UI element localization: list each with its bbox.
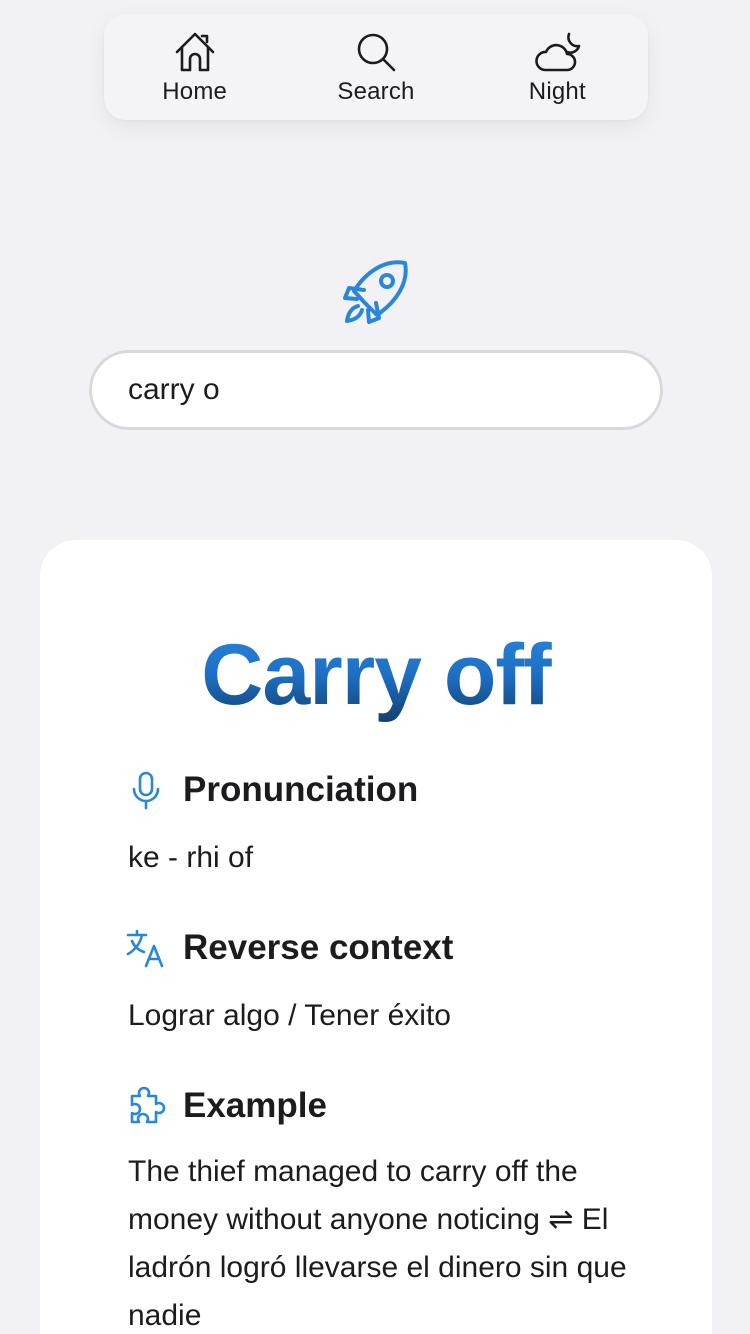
- pronunciation-section: Pronunciation ke - rhi of: [128, 768, 648, 882]
- app-screen: Home Search Night Carry off: [0, 0, 750, 1334]
- definition-card: Carry off Pronunciation ke - rhi of Reve…: [40, 540, 712, 1334]
- nav-search[interactable]: Search: [306, 28, 446, 106]
- microphone-icon: [132, 771, 160, 810]
- top-nav: Home Search Night: [104, 14, 648, 120]
- translate-icon: [126, 929, 164, 968]
- search-icon: [357, 33, 396, 72]
- search-bar[interactable]: [89, 350, 663, 430]
- home-icon: [175, 32, 214, 72]
- puzzle-icon: [130, 1086, 166, 1124]
- nav-night[interactable]: Night: [487, 28, 627, 106]
- nav-home[interactable]: Home: [125, 28, 265, 106]
- search-input[interactable]: [128, 373, 624, 407]
- reverse-context-heading: Reverse context: [183, 928, 454, 967]
- reverse-context-section: Reverse context Lograr algo / Tener éxit…: [126, 926, 648, 1040]
- entry-word: Carry off: [40, 626, 712, 725]
- nav-search-label: Search: [337, 78, 415, 105]
- nav-home-label: Home: [162, 78, 228, 105]
- example-heading: Example: [183, 1086, 327, 1125]
- night-icon: [535, 32, 581, 72]
- pronunciation-heading: Pronunciation: [183, 770, 419, 809]
- rocket-icon: [343, 260, 408, 324]
- nav-night-label: Night: [528, 78, 586, 105]
- example-section: Example The thief managed to carry off t…: [128, 1084, 648, 1334]
- reverse-context-text: Lograr algo / Tener éxito: [128, 999, 451, 1032]
- example-text: The thief managed to carry off the money…: [128, 1155, 627, 1332]
- pronunciation-text: ke - rhi of: [128, 841, 254, 874]
